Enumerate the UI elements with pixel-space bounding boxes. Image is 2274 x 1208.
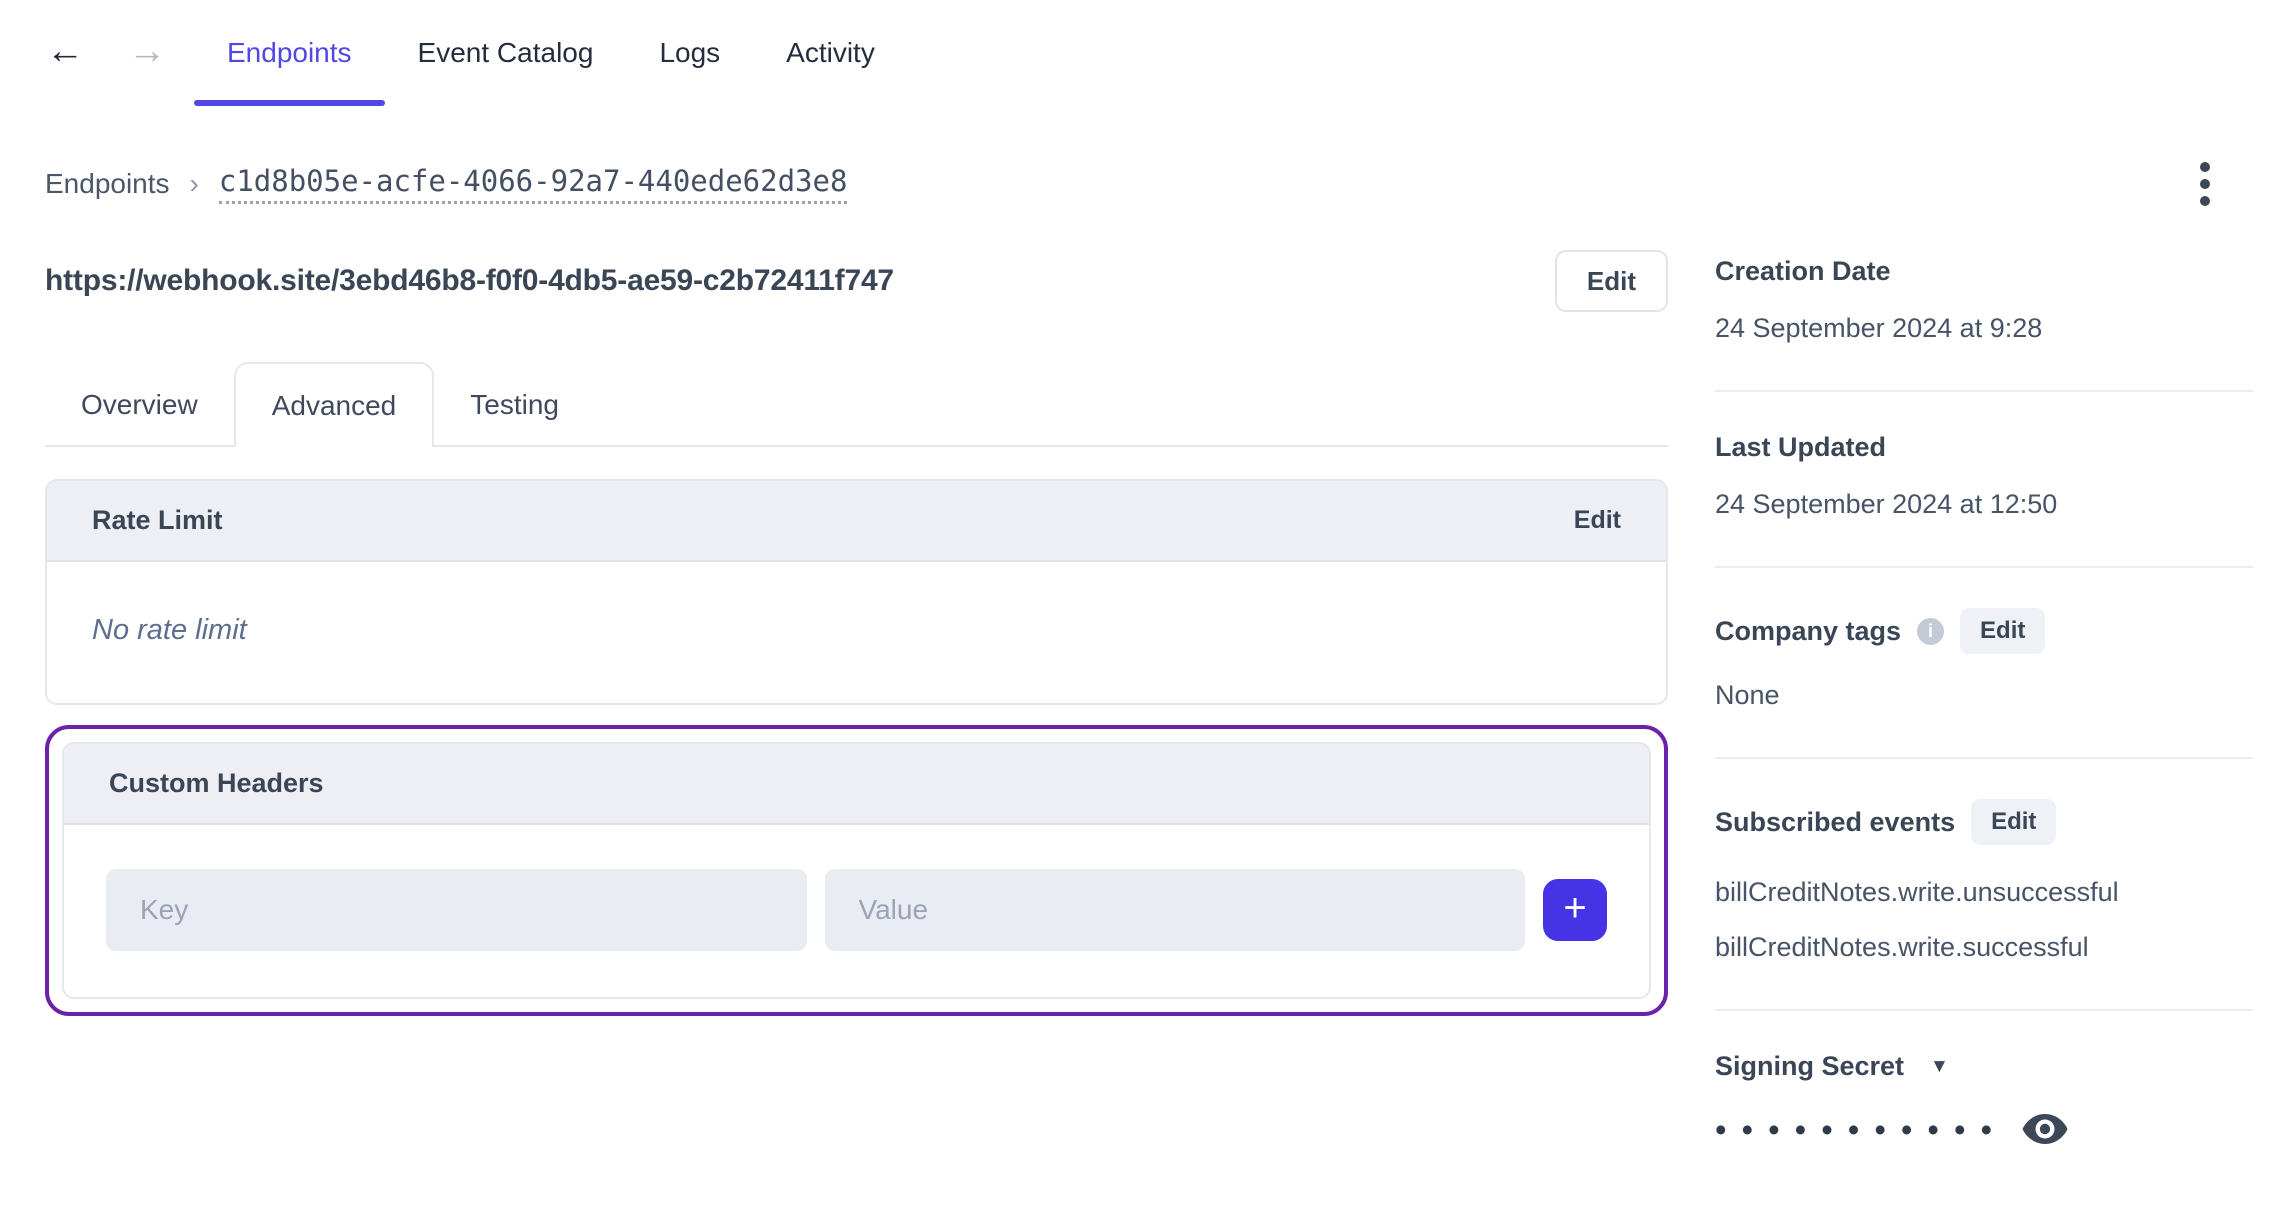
- subscribed-events-section: Subscribed events Edit billCreditNotes.w…: [1715, 759, 2253, 1011]
- back-arrow-icon[interactable]: ←: [46, 32, 84, 70]
- info-icon[interactable]: i: [1917, 617, 1945, 645]
- company-tags-edit-button[interactable]: Edit: [1960, 608, 2046, 654]
- nav-tabs: Endpoints Event Catalog Logs Activity: [194, 0, 908, 106]
- details-sidebar: Creation Date 24 September 2024 at 9:28 …: [1715, 250, 2253, 1192]
- tab-overview[interactable]: Overview: [45, 362, 234, 447]
- forward-arrow-icon[interactable]: →: [128, 32, 166, 70]
- add-header-button[interactable]: +: [1543, 879, 1607, 941]
- creation-date-label: Creation Date: [1715, 256, 1891, 286]
- edit-url-button[interactable]: Edit: [1554, 250, 1668, 312]
- caret-down-icon[interactable]: ▼: [1930, 1056, 1949, 1078]
- rate-limit-edit-button[interactable]: Edit: [1574, 506, 1621, 535]
- subscribed-events-label: Subscribed events: [1715, 806, 1956, 837]
- signing-secret-masked-value: •••••••••••: [1715, 1110, 2008, 1148]
- nav-tab-logs[interactable]: Logs: [626, 0, 753, 106]
- last-updated-label: Last Updated: [1715, 432, 1887, 462]
- header-key-input[interactable]: [106, 869, 807, 951]
- creation-date-section: Creation Date 24 September 2024 at 9:28: [1715, 250, 2253, 392]
- subscribed-events-edit-button[interactable]: Edit: [1971, 799, 2057, 845]
- company-tags-value: None: [1715, 680, 1780, 710]
- plus-icon: +: [1563, 886, 1587, 930]
- breadcrumb-row: Endpoints › c1d8b05e-acfe-4066-92a7-440e…: [0, 162, 2274, 206]
- last-updated-value: 24 September 2024 at 12:50: [1715, 489, 2058, 519]
- custom-headers-title: Custom Headers: [109, 768, 324, 798]
- signing-secret-section: Signing Secret ▼ •••••••••••: [1715, 1011, 2253, 1192]
- no-rate-limit-text: No rate limit: [92, 614, 247, 646]
- nav-tab-endpoints[interactable]: Endpoints: [194, 0, 385, 106]
- main-panel: https://webhook.site/3ebd46b8-f0f0-4db5-…: [45, 250, 1668, 1016]
- nav-tab-activity[interactable]: Activity: [753, 0, 908, 106]
- endpoint-url-title: https://webhook.site/3ebd46b8-f0f0-4db5-…: [45, 264, 894, 297]
- nav-tab-event-catalog[interactable]: Event Catalog: [385, 0, 627, 106]
- header-value-input[interactable]: [824, 869, 1525, 951]
- breadcrumb: Endpoints › c1d8b05e-acfe-4066-92a7-440e…: [45, 164, 848, 204]
- top-navigation: ← → Endpoints Event Catalog Logs Activit…: [0, 0, 2274, 106]
- rate-limit-card: Rate Limit Edit No rate limit: [45, 479, 1668, 705]
- eye-icon[interactable]: [2021, 1112, 2069, 1146]
- custom-headers-highlight: Custom Headers +: [45, 725, 1668, 1016]
- rate-limit-title: Rate Limit: [92, 505, 223, 535]
- tab-advanced[interactable]: Advanced: [233, 362, 435, 447]
- subscribed-event-item: billCreditNotes.write.unsuccessful: [1715, 877, 2119, 907]
- custom-headers-card: Custom Headers +: [62, 742, 1651, 999]
- company-tags-section: Company tags i Edit None: [1715, 568, 2253, 759]
- signing-secret-label: Signing Secret: [1715, 1051, 1905, 1081]
- last-updated-section: Last Updated 24 September 2024 at 12:50: [1715, 392, 2253, 568]
- company-tags-label: Company tags: [1715, 615, 1902, 646]
- tab-testing[interactable]: Testing: [434, 362, 595, 447]
- kebab-menu-icon[interactable]: [2192, 156, 2218, 212]
- creation-date-value: 24 September 2024 at 9:28: [1715, 313, 2043, 343]
- subscribed-event-item: billCreditNotes.write.successful: [1715, 932, 2089, 962]
- chevron-right-icon: ›: [189, 168, 199, 199]
- breadcrumb-endpoints-link[interactable]: Endpoints: [45, 168, 170, 200]
- detail-tabs: Overview Advanced Testing: [45, 362, 1668, 447]
- breadcrumb-endpoint-id[interactable]: c1d8b05e-acfe-4066-92a7-440ede62d3e8: [218, 164, 848, 204]
